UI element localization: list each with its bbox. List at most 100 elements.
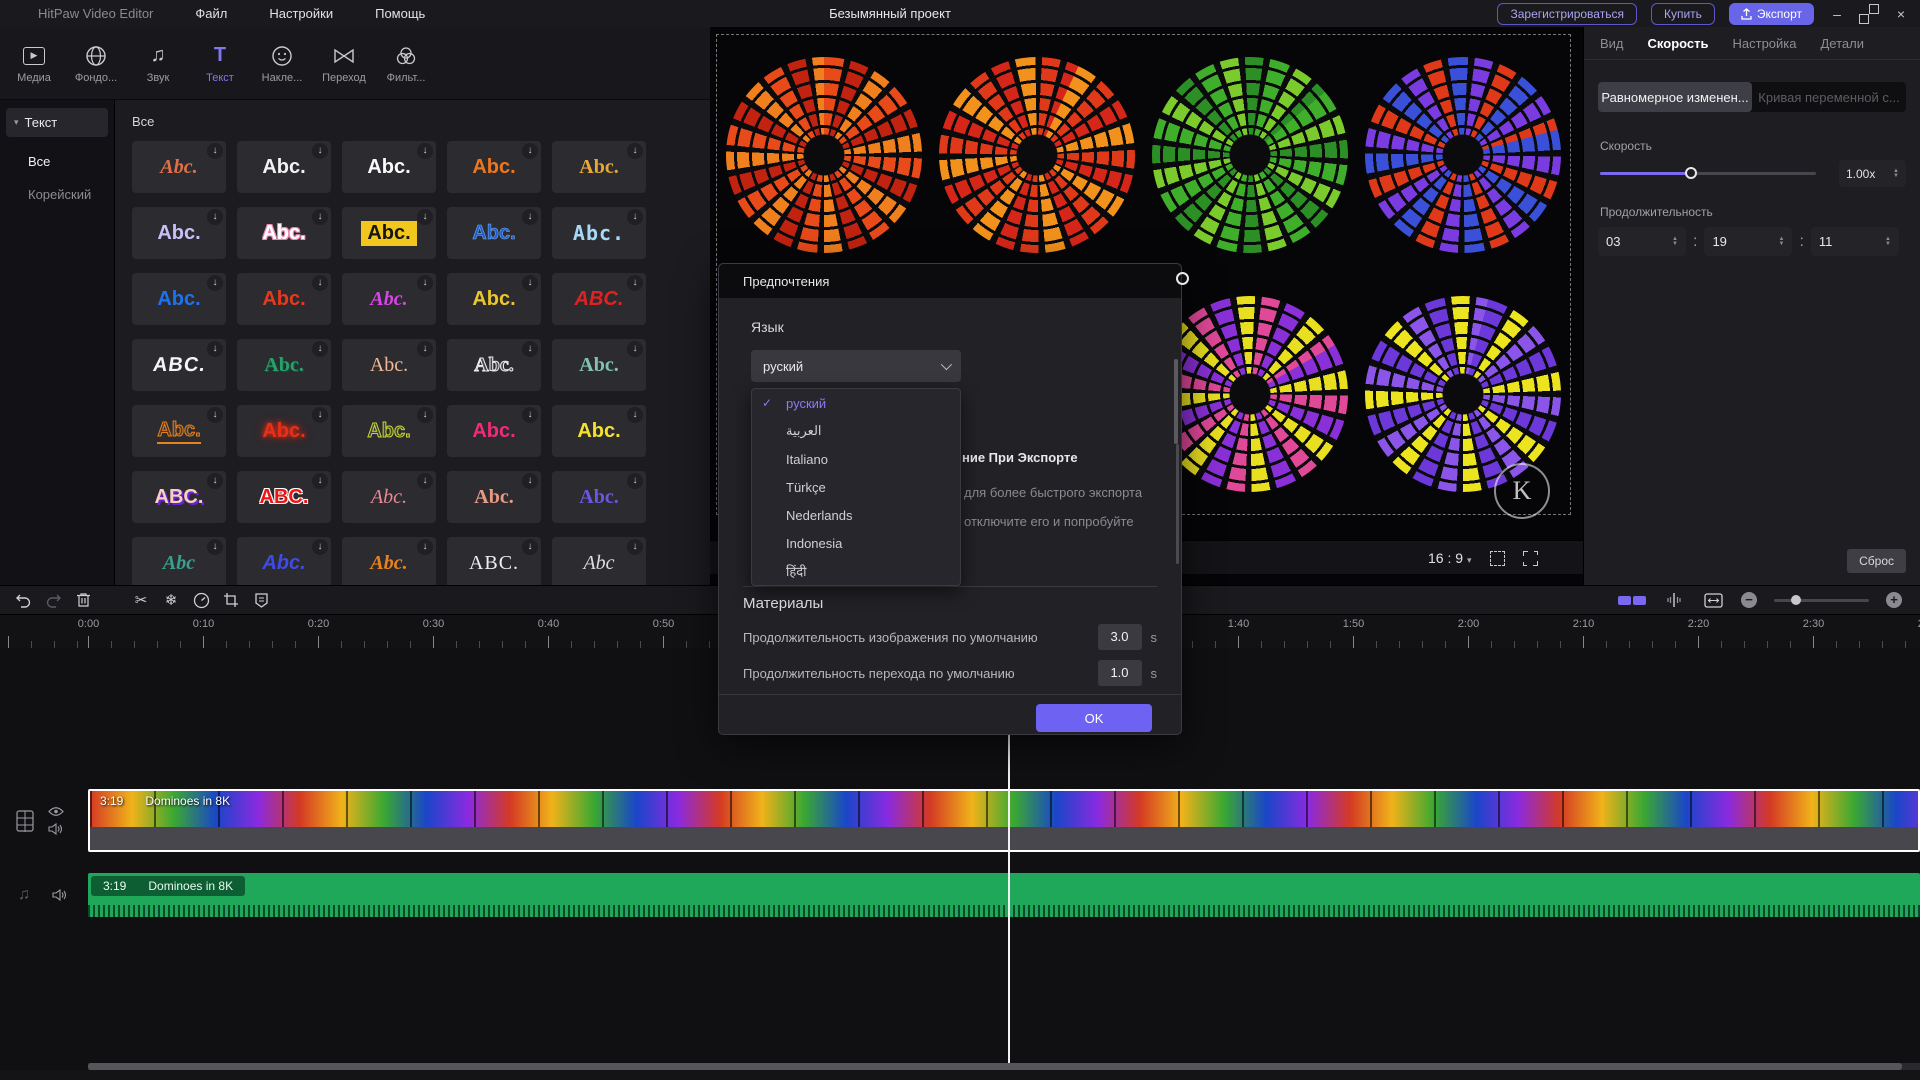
spinner-arrows-icon[interactable]: ▲▼ bbox=[1893, 169, 1899, 179]
text-style-tile[interactable]: Abc. ↓ bbox=[552, 405, 646, 457]
download-icon[interactable]: ↓ bbox=[627, 143, 643, 159]
zoom-slider-thumb[interactable] bbox=[1791, 595, 1801, 605]
download-icon[interactable]: ↓ bbox=[207, 341, 223, 357]
download-icon[interactable]: ↓ bbox=[522, 539, 538, 555]
language-option[interactable]: ✓ Nederlands bbox=[752, 501, 960, 529]
tab-speed[interactable]: Скорость bbox=[1648, 36, 1709, 51]
text-style-tile[interactable]: Abc. ↓ bbox=[552, 207, 646, 259]
text-style-tile[interactable]: Abc. ↓ bbox=[132, 405, 226, 457]
language-option[interactable]: ✓ हिंदी bbox=[752, 557, 960, 585]
playhead-snap-icon[interactable] bbox=[1663, 589, 1685, 611]
language-option[interactable]: ✓ Indonesia bbox=[752, 529, 960, 557]
tab-settings[interactable]: Настройка bbox=[1733, 36, 1797, 51]
download-icon[interactable]: ↓ bbox=[417, 473, 433, 489]
text-style-tile[interactable]: Abc. ↓ bbox=[342, 471, 436, 523]
download-icon[interactable]: ↓ bbox=[522, 407, 538, 423]
marker-icon[interactable] bbox=[250, 589, 272, 611]
download-icon[interactable]: ↓ bbox=[312, 407, 328, 423]
crop-icon[interactable] bbox=[220, 589, 242, 611]
download-icon[interactable]: ↓ bbox=[627, 209, 643, 225]
tab-details[interactable]: Детали bbox=[1821, 36, 1865, 51]
speed-value-input[interactable]: 1.00x ▲▼ bbox=[1839, 160, 1906, 187]
tool-filter[interactable]: Фильт... bbox=[384, 43, 428, 84]
text-style-tile[interactable]: Abc. ↓ bbox=[447, 273, 541, 325]
text-style-tile[interactable]: Abc. ↓ bbox=[447, 207, 541, 259]
aspect-ratio-dropdown[interactable]: 16 : 9▾ bbox=[1428, 550, 1472, 566]
text-style-tile[interactable]: Abc. ↓ bbox=[552, 339, 646, 391]
fullscreen-icon[interactable] bbox=[1523, 551, 1538, 566]
zoom-in-icon[interactable]: + bbox=[1886, 592, 1902, 608]
timeline-horizontal-scrollbar[interactable] bbox=[88, 1063, 1920, 1070]
fit-timeline-icon[interactable] bbox=[1702, 589, 1724, 611]
undo-icon[interactable] bbox=[12, 589, 34, 611]
spinner-arrows-icon[interactable]: ▲▼ bbox=[1672, 237, 1678, 247]
menu-file[interactable]: Файл bbox=[195, 6, 227, 21]
delete-icon[interactable] bbox=[72, 589, 94, 611]
text-style-tile[interactable]: Abc. ↓ bbox=[237, 537, 331, 585]
track-visibility-icon[interactable] bbox=[48, 806, 64, 817]
text-style-tile[interactable]: Abc. ↓ bbox=[132, 207, 226, 259]
image-duration-input[interactable]: 3.0 bbox=[1098, 624, 1142, 650]
text-style-tile[interactable]: Abc. ↓ bbox=[237, 339, 331, 391]
duration-minutes-input[interactable]: 19▲▼ bbox=[1704, 227, 1792, 256]
split-scissors-icon[interactable]: ✂ bbox=[130, 589, 152, 611]
text-style-tile[interactable]: Abc. ↓ bbox=[552, 471, 646, 523]
sidebar-item-all[interactable]: Все bbox=[0, 145, 114, 178]
text-style-tile[interactable]: Abc. ↓ bbox=[447, 141, 541, 193]
sidebar-item-korean[interactable]: Корейский bbox=[0, 178, 114, 211]
language-select[interactable]: руский bbox=[751, 350, 961, 382]
download-icon[interactable]: ↓ bbox=[207, 275, 223, 291]
export-button[interactable]: Экспорт bbox=[1729, 3, 1814, 25]
text-style-tile[interactable]: Abc. ↓ bbox=[342, 339, 436, 391]
text-style-tile[interactable]: Abc. ↓ bbox=[342, 405, 436, 457]
download-icon[interactable]: ↓ bbox=[312, 275, 328, 291]
text-style-tile[interactable]: Abc. ↓ bbox=[447, 339, 541, 391]
text-style-tile[interactable]: Abc ↓ bbox=[132, 537, 226, 585]
tool-background[interactable]: Фондо... bbox=[74, 43, 118, 84]
download-icon[interactable]: ↓ bbox=[312, 143, 328, 159]
track-view-icon[interactable] bbox=[1618, 596, 1646, 605]
text-style-tile[interactable]: Abc. ↓ bbox=[132, 141, 226, 193]
transition-duration-input[interactable]: 1.0 bbox=[1098, 660, 1142, 686]
zoom-out-icon[interactable]: − bbox=[1741, 592, 1757, 608]
download-icon[interactable]: ↓ bbox=[627, 341, 643, 357]
language-option[interactable]: ✓ العربية bbox=[752, 417, 960, 445]
text-style-tile[interactable]: Abc. ↓ bbox=[342, 537, 436, 585]
selection-handle[interactable] bbox=[1176, 272, 1189, 285]
text-style-tile[interactable]: Abc. ↓ bbox=[342, 273, 436, 325]
text-style-tile[interactable]: Abc. ↓ bbox=[237, 207, 331, 259]
close-button[interactable]: × bbox=[1892, 6, 1910, 22]
tool-transition[interactable]: Переход bbox=[322, 43, 366, 84]
text-style-tile[interactable]: Abc. ↓ bbox=[237, 141, 331, 193]
download-icon[interactable]: ↓ bbox=[417, 539, 433, 555]
download-icon[interactable]: ↓ bbox=[627, 407, 643, 423]
crop-preview-icon[interactable] bbox=[1490, 551, 1505, 566]
text-style-tile[interactable]: Abc. ↓ bbox=[132, 273, 226, 325]
spinner-arrows-icon[interactable]: ▲▼ bbox=[1779, 237, 1785, 247]
download-icon[interactable]: ↓ bbox=[417, 341, 433, 357]
spinner-arrows-icon[interactable]: ▲▼ bbox=[1885, 237, 1891, 247]
tool-audio[interactable]: ♫ Звук bbox=[136, 43, 180, 84]
speed-slider[interactable] bbox=[1600, 172, 1816, 175]
download-icon[interactable]: ↓ bbox=[417, 407, 433, 423]
text-style-tile[interactable]: Abc. ↓ bbox=[447, 471, 541, 523]
duration-hours-input[interactable]: 03▲▼ bbox=[1598, 227, 1686, 256]
buy-button[interactable]: Купить bbox=[1651, 3, 1715, 25]
text-style-tile[interactable]: Abc ↓ bbox=[552, 537, 646, 585]
text-style-tile[interactable]: Abc. ↓ bbox=[552, 141, 646, 193]
audio-clip[interactable]: 3:19 Dominoes in 8K bbox=[88, 873, 1920, 917]
download-icon[interactable]: ↓ bbox=[207, 209, 223, 225]
text-style-tile[interactable]: ABC. ↓ bbox=[237, 471, 331, 523]
duration-seconds-input[interactable]: 11▲▼ bbox=[1811, 227, 1899, 256]
uniform-speed-option[interactable]: Равномерное изменен... bbox=[1598, 82, 1752, 112]
download-icon[interactable]: ↓ bbox=[522, 275, 538, 291]
download-icon[interactable]: ↓ bbox=[207, 539, 223, 555]
redo-icon[interactable] bbox=[42, 589, 64, 611]
language-option[interactable]: ✓ Türkçe bbox=[752, 473, 960, 501]
ok-button[interactable]: OK bbox=[1036, 704, 1152, 732]
download-icon[interactable]: ↓ bbox=[207, 473, 223, 489]
timeline-zoom-slider[interactable] bbox=[1774, 599, 1869, 602]
download-icon[interactable]: ↓ bbox=[522, 209, 538, 225]
language-option[interactable]: ✓ Italiano bbox=[752, 445, 960, 473]
download-icon[interactable]: ↓ bbox=[312, 341, 328, 357]
